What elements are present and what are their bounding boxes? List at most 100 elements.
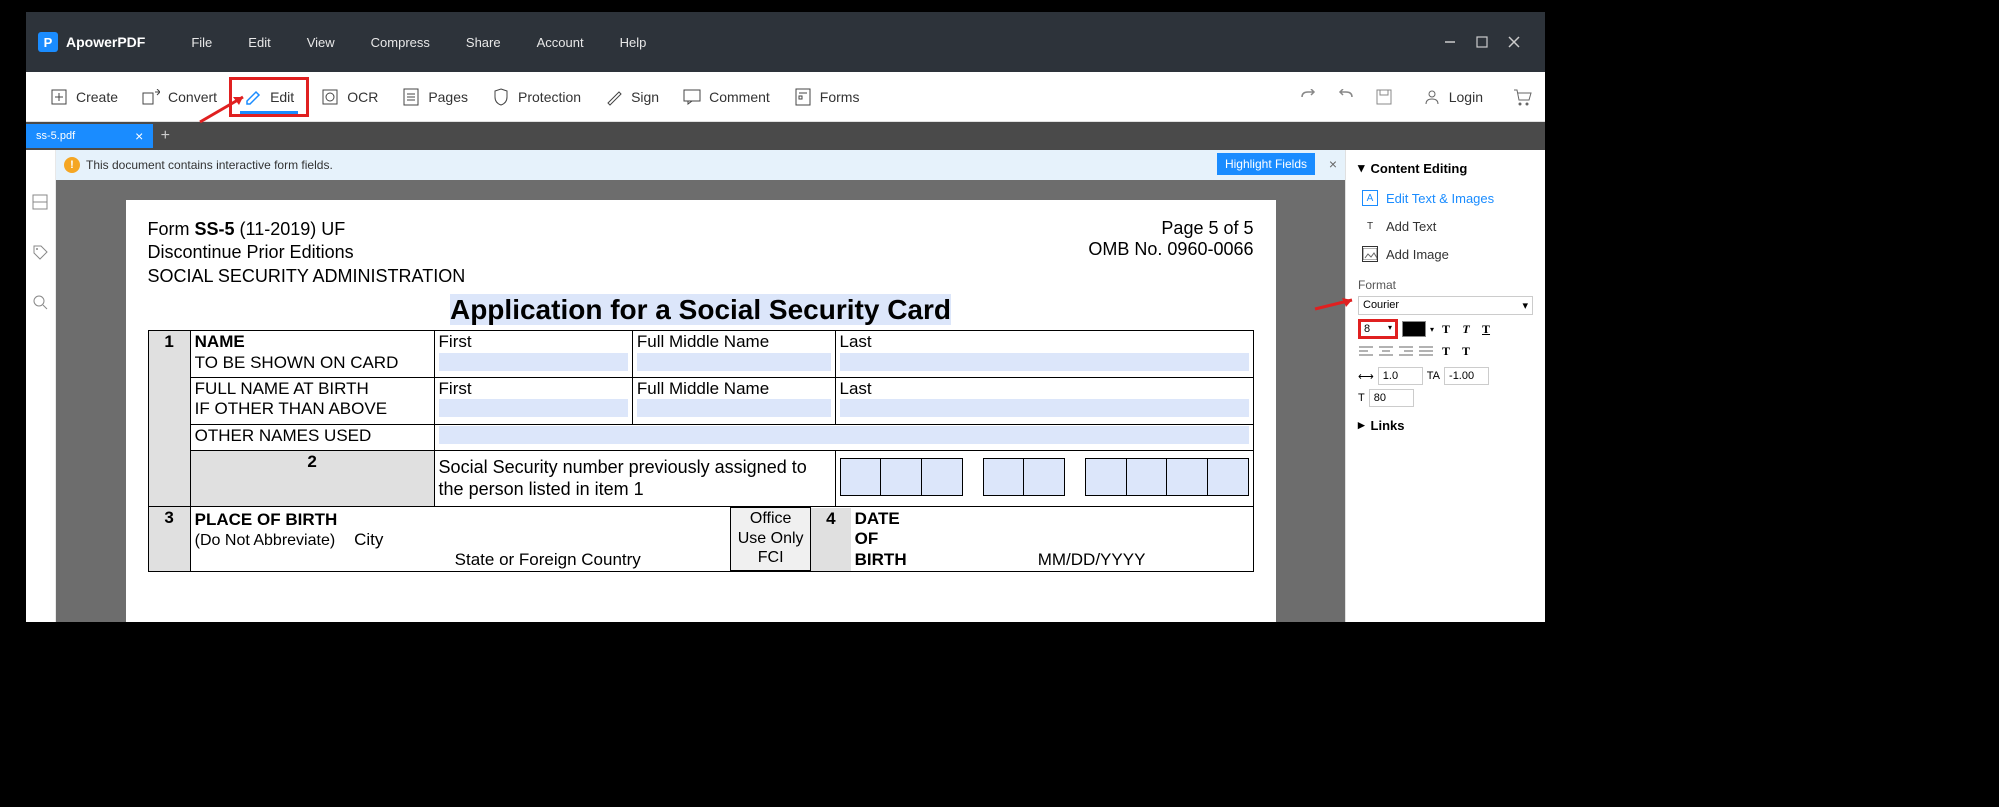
kerning-input[interactable]: -1.00 xyxy=(1444,367,1489,385)
close-icon[interactable] xyxy=(1507,35,1521,49)
create-button[interactable]: Create xyxy=(38,80,130,114)
a-icon: A xyxy=(1362,190,1378,206)
forms-button[interactable]: Forms xyxy=(782,80,872,114)
font-family-select[interactable]: Courier▾ xyxy=(1358,296,1533,315)
edit-button[interactable]: Edit xyxy=(229,77,309,117)
forms-label: Forms xyxy=(820,89,860,105)
section-1-number: 1 xyxy=(148,331,190,507)
minimize-icon[interactable] xyxy=(1443,35,1457,49)
if-other-label: IF OTHER THAN ABOVE xyxy=(195,399,387,418)
maximize-icon[interactable] xyxy=(1475,35,1489,49)
comment-button[interactable]: Comment xyxy=(671,80,782,114)
add-image-button[interactable]: Add Image xyxy=(1358,240,1533,268)
vspacing-input[interactable]: 80 xyxy=(1369,389,1414,407)
tag-icon[interactable] xyxy=(32,244,50,262)
notice-close-icon[interactable]: × xyxy=(1329,156,1337,172)
convert-button[interactable]: Convert xyxy=(130,80,229,114)
redo-icon[interactable] xyxy=(1297,86,1319,108)
omb-number: OMB No. 0960-0066 xyxy=(1088,239,1253,260)
ssn-input-group xyxy=(840,452,1249,502)
login-button[interactable]: Login xyxy=(1411,80,1495,114)
convert-icon xyxy=(142,88,160,106)
ocr-button[interactable]: OCR xyxy=(309,80,390,114)
first-name-input[interactable] xyxy=(439,353,628,371)
full-name-label: FULL NAME AT BIRTH xyxy=(195,379,369,398)
thumbnail-icon[interactable] xyxy=(32,194,50,212)
links-header[interactable]: ▸ Links xyxy=(1358,417,1533,433)
menu-account[interactable]: Account xyxy=(519,35,602,50)
align-center-icon[interactable] xyxy=(1378,343,1394,359)
ssn-box[interactable] xyxy=(921,458,963,496)
document-area: ! This document contains interactive for… xyxy=(56,150,1345,622)
document-tab[interactable]: ss-5.pdf × xyxy=(26,124,153,148)
search-icon[interactable] xyxy=(32,294,50,312)
last-name-input[interactable] xyxy=(840,353,1249,371)
undo-icon[interactable] xyxy=(1335,86,1357,108)
fci-label: FCI xyxy=(758,549,784,566)
ssn-box[interactable] xyxy=(983,458,1025,496)
pob-label: PLACE OF BIRTH xyxy=(195,510,338,529)
sign-button[interactable]: Sign xyxy=(593,80,671,114)
comment-icon xyxy=(683,88,701,106)
tab-close-icon[interactable]: × xyxy=(135,128,143,144)
form-id-pre: Form xyxy=(148,219,195,239)
convert-label: Convert xyxy=(168,89,217,105)
hspacing-input[interactable]: 1.0 xyxy=(1378,367,1423,385)
section-4-number: 4 xyxy=(811,508,851,571)
birth-middle-input[interactable] xyxy=(637,399,831,417)
middle-label: Full Middle Name xyxy=(637,332,769,351)
middle-name-input[interactable] xyxy=(637,353,831,371)
ssn-box[interactable] xyxy=(1023,458,1065,496)
protection-button[interactable]: Protection xyxy=(480,80,593,114)
pages-button[interactable]: Pages xyxy=(390,80,480,114)
user-icon xyxy=(1423,88,1441,106)
menu-help[interactable]: Help xyxy=(602,35,665,50)
ssn-box[interactable] xyxy=(1166,458,1208,496)
menu-compress[interactable]: Compress xyxy=(353,35,448,50)
cart-icon[interactable] xyxy=(1511,86,1533,108)
other-names-input[interactable] xyxy=(439,426,1249,444)
shield-icon xyxy=(492,88,510,106)
add-text-button[interactable]: T Add Text xyxy=(1358,212,1533,240)
ssn-box[interactable] xyxy=(1207,458,1249,496)
edit-text-images-button[interactable]: A Edit Text & Images xyxy=(1358,184,1533,212)
ssn-box[interactable] xyxy=(840,458,882,496)
menu-share[interactable]: Share xyxy=(448,35,519,50)
font-size-input[interactable]: 8▾ xyxy=(1358,319,1398,339)
section-3-number: 3 xyxy=(148,507,190,572)
other-names-label: OTHER NAMES USED xyxy=(195,426,372,445)
pdf-page[interactable]: Page 5 of 5 OMB No. 0960-0066 Form SS-5 … xyxy=(126,200,1276,622)
valign-bottom-icon[interactable]: T xyxy=(1458,343,1474,359)
content-editing-header[interactable]: ▾ Content Editing xyxy=(1358,160,1533,176)
menu-view[interactable]: View xyxy=(289,35,353,50)
right-panel: ▾ Content Editing A Edit Text & Images T… xyxy=(1345,150,1545,622)
ssn-box[interactable] xyxy=(880,458,922,496)
highlight-fields-button[interactable]: Highlight Fields xyxy=(1217,153,1315,175)
valign-top-icon[interactable]: T xyxy=(1438,343,1454,359)
save-icon[interactable] xyxy=(1373,86,1395,108)
chevron-down-icon: ▾ xyxy=(1358,160,1365,176)
color-picker[interactable] xyxy=(1402,321,1426,337)
birth-first-input[interactable] xyxy=(439,399,628,417)
name-label: NAME xyxy=(195,332,245,351)
tab-add-icon[interactable]: + xyxy=(153,124,177,148)
birth-last-input[interactable] xyxy=(840,399,1249,417)
align-left-icon[interactable] xyxy=(1358,343,1374,359)
italic-icon[interactable]: T xyxy=(1458,321,1474,337)
align-right-icon[interactable] xyxy=(1398,343,1414,359)
edit-label: Edit xyxy=(270,89,294,105)
last-label: Last xyxy=(840,332,872,351)
ssn-text: Social Security number previously assign… xyxy=(434,451,835,507)
ssn-box[interactable] xyxy=(1085,458,1127,496)
bold-icon[interactable]: T xyxy=(1438,321,1454,337)
align-justify-icon[interactable] xyxy=(1418,343,1434,359)
notice-text: This document contains interactive form … xyxy=(86,158,333,172)
first-label: First xyxy=(439,332,472,351)
ssn-box[interactable] xyxy=(1126,458,1168,496)
format-header: Format xyxy=(1358,278,1533,292)
underline-icon[interactable]: T xyxy=(1478,321,1494,337)
name-sub: TO BE SHOWN ON CARD xyxy=(195,353,399,372)
sign-label: Sign xyxy=(631,89,659,105)
menu-file[interactable]: File xyxy=(173,35,230,50)
menu-edit[interactable]: Edit xyxy=(230,35,288,50)
